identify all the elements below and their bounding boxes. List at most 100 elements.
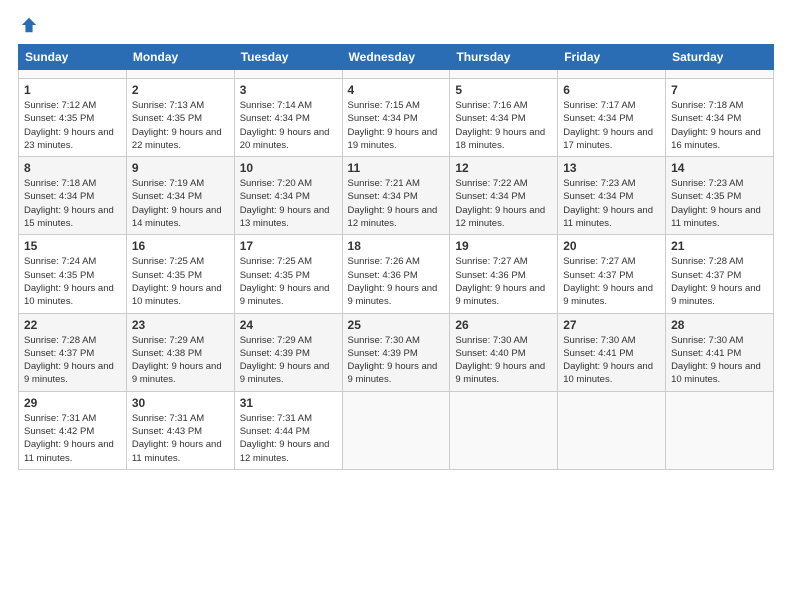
calendar-header-thursday: Thursday [450, 45, 558, 70]
calendar-cell: 31Sunrise: 7:31 AM Sunset: 4:44 PM Dayli… [234, 391, 342, 469]
calendar-week-0 [19, 70, 774, 79]
day-info: Sunrise: 7:30 AM Sunset: 4:41 PM Dayligh… [563, 334, 660, 387]
day-number: 11 [348, 161, 445, 175]
day-info: Sunrise: 7:23 AM Sunset: 4:34 PM Dayligh… [563, 177, 660, 230]
logo-icon [20, 16, 38, 34]
calendar-cell: 15 Sunrise: 7:24 AM Sunset: 4:35 PM Dayli… [19, 235, 127, 313]
day-info: Sunrise: 7:16 AM Sunset: 4:34 PM Dayligh… [455, 99, 552, 152]
day-number: 15 [24, 239, 121, 253]
calendar-cell: 5Sunrise: 7:16 AM Sunset: 4:34 PM Daylig… [450, 79, 558, 157]
calendar-cell: 13 Sunrise: 7:23 AM Sunset: 4:34 PM Dayli… [558, 157, 666, 235]
calendar-table: SundayMondayTuesdayWednesdayThursdayFrid… [18, 44, 774, 470]
calendar-cell: 7 Sunrise: 7:18 AM Sunset: 4:34 PM Daylig… [666, 79, 774, 157]
calendar-cell: 1 Sunrise: 7:12 AM Sunset: 4:35 PM Daylig… [19, 79, 127, 157]
day-info: Sunrise: 7:25 AM Sunset: 4:35 PM Dayligh… [240, 255, 337, 308]
calendar-cell [450, 391, 558, 469]
day-number: 29 [24, 396, 121, 410]
calendar-cell [342, 391, 450, 469]
day-number: 23 [132, 318, 229, 332]
day-info: Sunrise: 7:13 AM Sunset: 4:35 PM Dayligh… [132, 99, 229, 152]
day-info: Sunrise: 7:29 AM Sunset: 4:39 PM Dayligh… [240, 334, 337, 387]
day-info: Sunrise: 7:24 AM Sunset: 4:35 PM Dayligh… [24, 255, 121, 308]
calendar-cell [666, 70, 774, 79]
page-header [18, 16, 774, 34]
calendar-cell: 17 Sunrise: 7:25 AM Sunset: 4:35 PM Dayli… [234, 235, 342, 313]
day-number: 18 [348, 239, 445, 253]
day-number: 3 [240, 83, 337, 97]
day-number: 14 [671, 161, 768, 175]
calendar-cell: 16 Sunrise: 7:25 AM Sunset: 4:35 PM Dayli… [126, 235, 234, 313]
day-number: 1 [24, 83, 121, 97]
day-info: Sunrise: 7:19 AM Sunset: 4:34 PM Dayligh… [132, 177, 229, 230]
calendar-cell: 24Sunrise: 7:29 AM Sunset: 4:39 PM Dayli… [234, 313, 342, 391]
calendar-week-3: 15 Sunrise: 7:24 AM Sunset: 4:35 PM Dayli… [19, 235, 774, 313]
calendar-cell [558, 391, 666, 469]
calendar-header-friday: Friday [558, 45, 666, 70]
day-info: Sunrise: 7:31 AM Sunset: 4:42 PM Dayligh… [24, 412, 121, 465]
calendar-cell: 10 Sunrise: 7:20 AM Sunset: 4:34 PM Dayli… [234, 157, 342, 235]
day-info: Sunrise: 7:27 AM Sunset: 4:37 PM Dayligh… [563, 255, 660, 308]
calendar-cell: 4 Sunrise: 7:15 AM Sunset: 4:34 PM Daylig… [342, 79, 450, 157]
day-info: Sunrise: 7:23 AM Sunset: 4:35 PM Dayligh… [671, 177, 768, 230]
day-info: Sunrise: 7:20 AM Sunset: 4:34 PM Dayligh… [240, 177, 337, 230]
calendar-header-row: SundayMondayTuesdayWednesdayThursdayFrid… [19, 45, 774, 70]
day-number: 19 [455, 239, 552, 253]
day-info: Sunrise: 7:25 AM Sunset: 4:35 PM Dayligh… [132, 255, 229, 308]
day-number: 6 [563, 83, 660, 97]
calendar-cell: 20 Sunrise: 7:27 AM Sunset: 4:37 PM Dayli… [558, 235, 666, 313]
calendar-week-2: 8 Sunrise: 7:18 AM Sunset: 4:34 PM Daylig… [19, 157, 774, 235]
day-info: Sunrise: 7:12 AM Sunset: 4:35 PM Dayligh… [24, 99, 121, 152]
calendar-cell: 14 Sunrise: 7:23 AM Sunset: 4:35 PM Dayli… [666, 157, 774, 235]
calendar-cell [19, 70, 127, 79]
calendar-cell: 18Sunrise: 7:26 AM Sunset: 4:36 PM Dayli… [342, 235, 450, 313]
day-info: Sunrise: 7:18 AM Sunset: 4:34 PM Dayligh… [671, 99, 768, 152]
logo [18, 16, 38, 34]
day-number: 22 [24, 318, 121, 332]
day-number: 21 [671, 239, 768, 253]
calendar-cell [342, 70, 450, 79]
day-number: 30 [132, 396, 229, 410]
day-number: 10 [240, 161, 337, 175]
calendar-cell: 27 Sunrise: 7:30 AM Sunset: 4:41 PM Dayli… [558, 313, 666, 391]
calendar-cell [126, 70, 234, 79]
day-number: 26 [455, 318, 552, 332]
day-number: 13 [563, 161, 660, 175]
calendar-cell: 30 Sunrise: 7:31 AM Sunset: 4:43 PM Dayli… [126, 391, 234, 469]
calendar-header-sunday: Sunday [19, 45, 127, 70]
calendar-cell: 3 Sunrise: 7:14 AM Sunset: 4:34 PM Daylig… [234, 79, 342, 157]
day-number: 27 [563, 318, 660, 332]
calendar-cell: 25Sunrise: 7:30 AM Sunset: 4:39 PM Dayli… [342, 313, 450, 391]
calendar-cell: 12 Sunrise: 7:22 AM Sunset: 4:34 PM Dayli… [450, 157, 558, 235]
day-info: Sunrise: 7:14 AM Sunset: 4:34 PM Dayligh… [240, 99, 337, 152]
calendar-cell: 9Sunrise: 7:19 AM Sunset: 4:34 PM Daylig… [126, 157, 234, 235]
day-number: 4 [348, 83, 445, 97]
calendar-cell: 11 Sunrise: 7:21 AM Sunset: 4:34 PM Dayli… [342, 157, 450, 235]
calendar-cell [234, 70, 342, 79]
calendar-cell: 26 Sunrise: 7:30 AM Sunset: 4:40 PM Dayli… [450, 313, 558, 391]
calendar-week-4: 22Sunrise: 7:28 AM Sunset: 4:37 PM Dayli… [19, 313, 774, 391]
day-info: Sunrise: 7:30 AM Sunset: 4:39 PM Dayligh… [348, 334, 445, 387]
day-info: Sunrise: 7:18 AM Sunset: 4:34 PM Dayligh… [24, 177, 121, 230]
calendar-cell: 22Sunrise: 7:28 AM Sunset: 4:37 PM Dayli… [19, 313, 127, 391]
day-number: 16 [132, 239, 229, 253]
day-info: Sunrise: 7:15 AM Sunset: 4:34 PM Dayligh… [348, 99, 445, 152]
calendar-cell: 29 Sunrise: 7:31 AM Sunset: 4:42 PM Dayli… [19, 391, 127, 469]
calendar-cell: 8 Sunrise: 7:18 AM Sunset: 4:34 PM Daylig… [19, 157, 127, 235]
day-info: Sunrise: 7:28 AM Sunset: 4:37 PM Dayligh… [671, 255, 768, 308]
day-number: 28 [671, 318, 768, 332]
day-info: Sunrise: 7:21 AM Sunset: 4:34 PM Dayligh… [348, 177, 445, 230]
calendar-cell: 28 Sunrise: 7:30 AM Sunset: 4:41 PM Dayli… [666, 313, 774, 391]
day-number: 17 [240, 239, 337, 253]
day-info: Sunrise: 7:29 AM Sunset: 4:38 PM Dayligh… [132, 334, 229, 387]
calendar-header-saturday: Saturday [666, 45, 774, 70]
day-info: Sunrise: 7:30 AM Sunset: 4:41 PM Dayligh… [671, 334, 768, 387]
day-number: 20 [563, 239, 660, 253]
day-info: Sunrise: 7:27 AM Sunset: 4:36 PM Dayligh… [455, 255, 552, 308]
day-info: Sunrise: 7:30 AM Sunset: 4:40 PM Dayligh… [455, 334, 552, 387]
day-number: 8 [24, 161, 121, 175]
day-info: Sunrise: 7:31 AM Sunset: 4:43 PM Dayligh… [132, 412, 229, 465]
day-number: 7 [671, 83, 768, 97]
day-info: Sunrise: 7:22 AM Sunset: 4:34 PM Dayligh… [455, 177, 552, 230]
day-number: 12 [455, 161, 552, 175]
day-number: 2 [132, 83, 229, 97]
